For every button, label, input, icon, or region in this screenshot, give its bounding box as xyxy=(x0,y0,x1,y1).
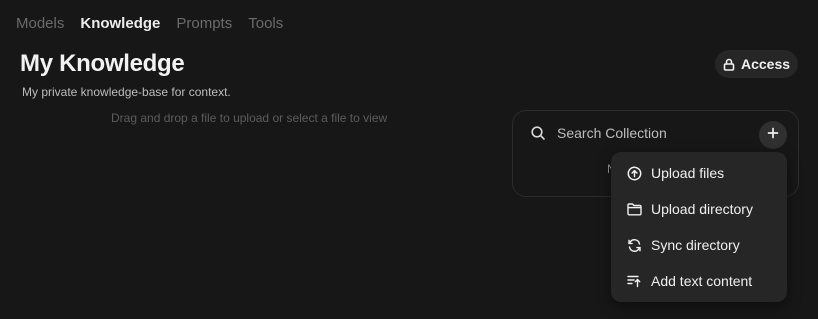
upload-icon xyxy=(627,166,642,181)
plus-icon xyxy=(767,126,779,144)
menu-item-upload-files[interactable]: Upload files xyxy=(611,155,787,191)
workspace-tabs: Models Knowledge Prompts Tools xyxy=(16,14,283,34)
tab-models[interactable]: Models xyxy=(16,14,64,34)
knowledge-page: Models Knowledge Prompts Tools My Knowle… xyxy=(0,0,818,319)
search-collection-input[interactable] xyxy=(557,123,747,143)
search-icon xyxy=(530,125,546,141)
add-text-icon xyxy=(627,274,642,289)
menu-item-label: Upload directory xyxy=(651,201,753,217)
tab-prompts[interactable]: Prompts xyxy=(176,14,232,34)
page-title: My Knowledge xyxy=(20,50,185,77)
menu-item-sync-directory[interactable]: Sync directory xyxy=(611,227,787,263)
menu-item-label: Add text content xyxy=(651,273,753,289)
sync-icon xyxy=(627,238,642,253)
tab-tools[interactable]: Tools xyxy=(248,14,283,34)
access-button[interactable]: Access xyxy=(715,50,798,78)
page-subtitle: My private knowledge-base for context. xyxy=(22,85,231,99)
menu-item-label: Sync directory xyxy=(651,237,740,253)
menu-item-upload-directory[interactable]: Upload directory xyxy=(611,191,787,227)
add-content-menu: Upload files Upload directory Sync direc… xyxy=(611,152,787,302)
add-content-button[interactable] xyxy=(759,121,787,149)
access-label: Access xyxy=(740,56,791,72)
tab-knowledge[interactable]: Knowledge xyxy=(80,14,160,34)
lock-icon xyxy=(723,58,735,71)
drop-hint: Drag and drop a file to upload or select… xyxy=(111,111,388,125)
folder-icon xyxy=(627,202,642,217)
menu-item-add-text-content[interactable]: Add text content xyxy=(611,263,787,299)
menu-item-label: Upload files xyxy=(651,165,725,181)
